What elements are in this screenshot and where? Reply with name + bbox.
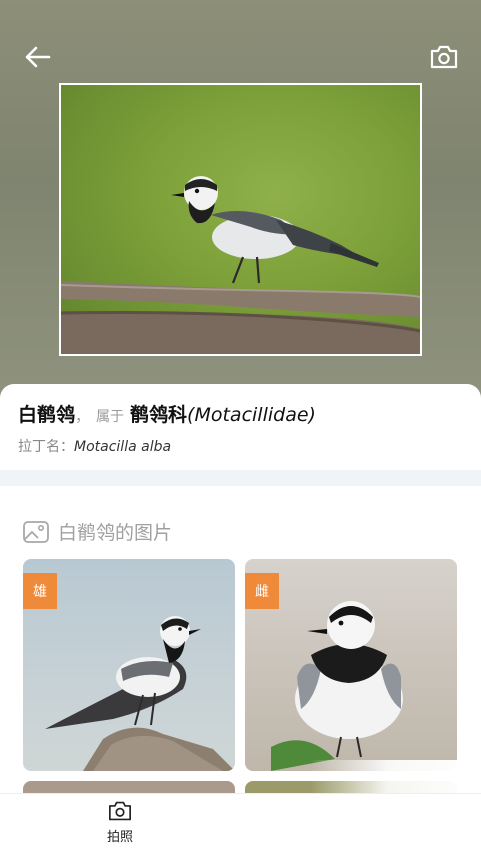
species-title: 白鹡鸰， 属于 鹡鸰科(Motacillidae) <box>18 400 316 427</box>
title-comma: ， <box>75 407 91 425</box>
latin-name-row: 拉丁名：Motacilla alba <box>18 436 171 456</box>
gallery-header: 白鹡鸰的图片 <box>22 518 172 545</box>
bird-on-branch-image <box>61 176 420 354</box>
latin-name-value: Motacilla alba <box>74 439 172 455</box>
bottom-bar: 拍照 <box>0 793 481 855</box>
latin-name-label: 拉丁名： <box>18 439 74 455</box>
family-latin-name: (Motacillidae) <box>187 404 316 426</box>
back-button[interactable] <box>20 40 54 74</box>
gallery-photo-female[interactable]: 雌 <box>245 559 457 771</box>
section-divider <box>0 470 481 486</box>
gallery-photo-male[interactable]: 雄 <box>23 559 235 771</box>
image-icon <box>23 520 49 543</box>
belongs-label: 属于 <box>96 409 125 425</box>
take-photo-button[interactable]: 拍照 <box>90 800 150 852</box>
arrow-left-icon <box>25 46 51 68</box>
camera-button[interactable] <box>427 40 461 74</box>
take-photo-label: 拍照 <box>106 830 133 845</box>
gallery-title: 白鹡鸰的图片 <box>58 522 173 544</box>
female-badge: 雌 <box>245 573 279 609</box>
camera-icon <box>430 45 458 69</box>
species-photo[interactable] <box>59 83 422 356</box>
species-info-card: 白鹡鸰， 属于 鹡鸰科(Motacillidae) 拉丁名：Motacilla al… <box>0 384 481 470</box>
camera-icon <box>109 801 131 821</box>
male-badge: 雄 <box>23 573 57 609</box>
family-name: 鹡鸰科 <box>130 404 188 426</box>
hero-background <box>0 0 481 400</box>
species-name: 白鹡鸰 <box>18 404 76 426</box>
